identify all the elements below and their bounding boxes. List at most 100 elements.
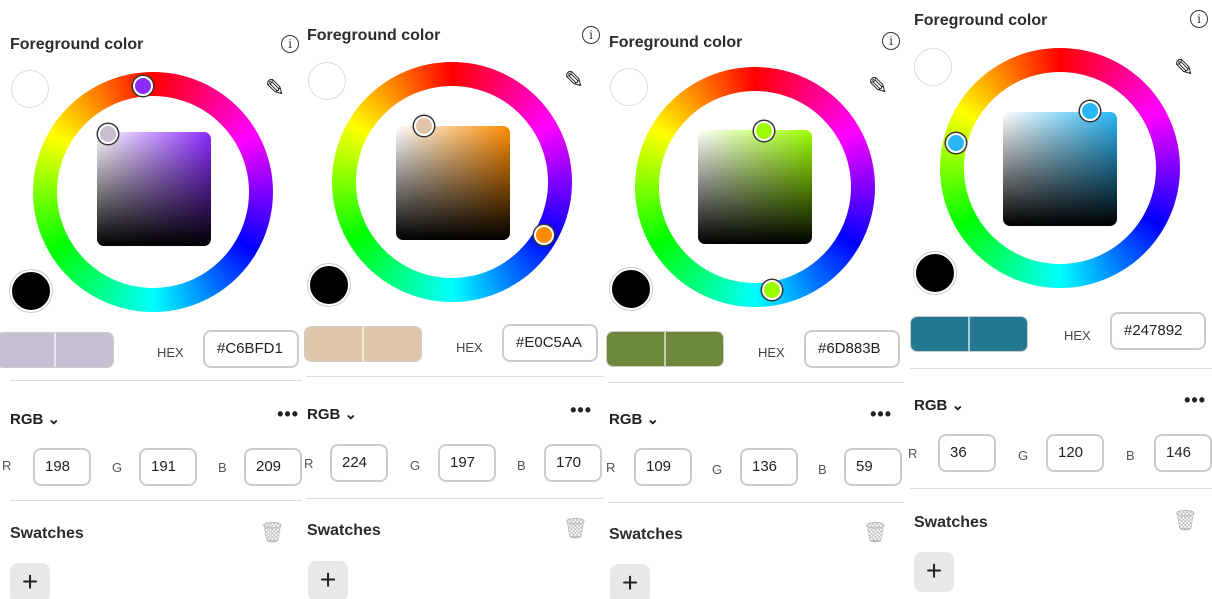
background-swatch-circle[interactable]: [610, 268, 652, 310]
divider: [608, 502, 904, 503]
more-options-icon[interactable]: •••: [277, 404, 299, 425]
color-model-label: RGB: [914, 397, 948, 414]
add-swatch-button[interactable]: +: [10, 563, 50, 599]
color-handle[interactable]: [98, 124, 118, 144]
divider: [306, 498, 604, 499]
green-input[interactable]: 191: [139, 448, 197, 486]
info-icon[interactable]: i: [1190, 10, 1208, 28]
color-handle[interactable]: [414, 116, 434, 136]
hex-label: HEX: [157, 345, 184, 360]
hue-handle[interactable]: [762, 280, 782, 300]
eyedropper-icon[interactable]: ✎: [1174, 54, 1194, 83]
color-model-dropdown[interactable]: RGB ⌄: [307, 405, 357, 423]
blue-input[interactable]: 209: [244, 448, 302, 486]
hex-input[interactable]: #6D883B: [804, 330, 900, 368]
eyedropper-icon[interactable]: ✎: [564, 66, 584, 95]
color-handle[interactable]: [754, 121, 774, 141]
background-swatch-circle[interactable]: [308, 264, 350, 306]
color-model-dropdown[interactable]: RGB ⌄: [914, 396, 964, 414]
add-swatch-button[interactable]: +: [308, 561, 348, 599]
add-swatch-button[interactable]: +: [610, 564, 650, 599]
blue-label: B: [1126, 448, 1135, 463]
color-panel-3: Foreground color i ✎ HEX #6D883B RGB ⌄ •…: [604, 0, 904, 599]
red-input[interactable]: 109: [634, 448, 692, 486]
trash-icon[interactable]: 🗑: [863, 520, 888, 545]
blue-label: B: [218, 460, 227, 475]
more-options-icon[interactable]: •••: [1184, 390, 1206, 411]
green-label: G: [112, 460, 123, 475]
chevron-down-icon: ⌄: [951, 397, 965, 414]
blue-label: B: [517, 458, 526, 473]
color-panel-2: Foreground color i ✎ HEX #E0C5AA RGB ⌄ •…: [302, 0, 604, 599]
foreground-swatch-circle[interactable]: [610, 68, 648, 106]
color-panel-1: Foreground color i ✎ HEX #C6BFD1 RGB ⌄ •…: [0, 0, 305, 599]
foreground-swatch-circle[interactable]: [308, 62, 346, 100]
divider: [306, 376, 604, 377]
divider: [10, 500, 305, 501]
hex-label: HEX: [1064, 328, 1091, 343]
color-compare-swatch: [0, 332, 114, 368]
foreground-swatch-circle[interactable]: [914, 48, 952, 86]
hex-input[interactable]: #247892: [1110, 312, 1206, 350]
color-model-dropdown[interactable]: RGB ⌄: [609, 410, 659, 428]
red-label: R: [304, 456, 314, 471]
divider: [910, 488, 1212, 489]
divider: [910, 368, 1212, 369]
red-input[interactable]: 198: [33, 448, 91, 486]
trash-icon[interactable]: 🗑: [563, 516, 588, 541]
info-icon[interactable]: i: [882, 32, 900, 50]
red-label: R: [908, 446, 918, 461]
red-label: R: [2, 458, 12, 473]
blue-label: B: [818, 462, 827, 477]
blue-input[interactable]: 170: [544, 444, 602, 482]
panel-title: Foreground color: [10, 36, 144, 53]
info-icon[interactable]: i: [582, 26, 600, 44]
swatches-label: Swatches: [609, 526, 683, 543]
blue-input[interactable]: 146: [1154, 434, 1212, 472]
green-label: G: [1018, 448, 1029, 463]
panel-title: Foreground color: [914, 12, 1048, 29]
hue-handle[interactable]: [946, 133, 966, 153]
saturation-brightness-square[interactable]: [698, 130, 812, 244]
trash-icon[interactable]: 🗑: [260, 520, 285, 545]
color-compare-swatch: [304, 326, 422, 362]
color-handle[interactable]: [1080, 101, 1100, 121]
red-input[interactable]: 224: [330, 444, 388, 482]
green-input[interactable]: 120: [1046, 434, 1104, 472]
color-compare-swatch: [606, 331, 724, 367]
saturation-brightness-square[interactable]: [396, 126, 510, 240]
trash-icon[interactable]: 🗑: [1173, 508, 1198, 533]
panel-title: Foreground color: [609, 34, 743, 51]
hex-input[interactable]: #C6BFD1: [203, 330, 299, 368]
add-swatch-button[interactable]: +: [914, 552, 954, 592]
saturation-brightness-square[interactable]: [97, 132, 211, 246]
eyedropper-icon[interactable]: ✎: [868, 72, 888, 101]
hue-handle[interactable]: [534, 225, 554, 245]
swatches-label: Swatches: [307, 522, 381, 539]
green-input[interactable]: 136: [740, 448, 798, 486]
red-input[interactable]: 36: [938, 434, 996, 472]
color-compare-swatch: [910, 316, 1028, 352]
green-label: G: [410, 458, 421, 473]
green-input[interactable]: 197: [438, 444, 496, 482]
chevron-down-icon: ⌄: [646, 411, 660, 428]
info-icon[interactable]: i: [281, 35, 299, 53]
green-label: G: [712, 462, 723, 477]
saturation-brightness-square[interactable]: [1003, 112, 1117, 226]
foreground-swatch-circle[interactable]: [11, 70, 49, 108]
hue-handle[interactable]: [133, 76, 153, 96]
divider: [10, 380, 305, 381]
eyedropper-icon[interactable]: ✎: [265, 74, 285, 103]
color-model-dropdown[interactable]: RGB ⌄: [10, 410, 60, 428]
more-options-icon[interactable]: •••: [570, 400, 592, 421]
blue-input[interactable]: 59: [844, 448, 902, 486]
more-options-icon[interactable]: •••: [870, 404, 892, 425]
chevron-down-icon: ⌄: [344, 406, 358, 423]
color-panel-4: Foreground color i ✎ HEX #247892 RGB ⌄ •…: [904, 0, 1212, 599]
color-model-label: RGB: [10, 411, 44, 428]
red-label: R: [606, 460, 616, 475]
divider: [608, 382, 904, 383]
background-swatch-circle[interactable]: [10, 270, 52, 312]
background-swatch-circle[interactable]: [914, 252, 956, 294]
hex-input[interactable]: #E0C5AA: [502, 324, 598, 362]
